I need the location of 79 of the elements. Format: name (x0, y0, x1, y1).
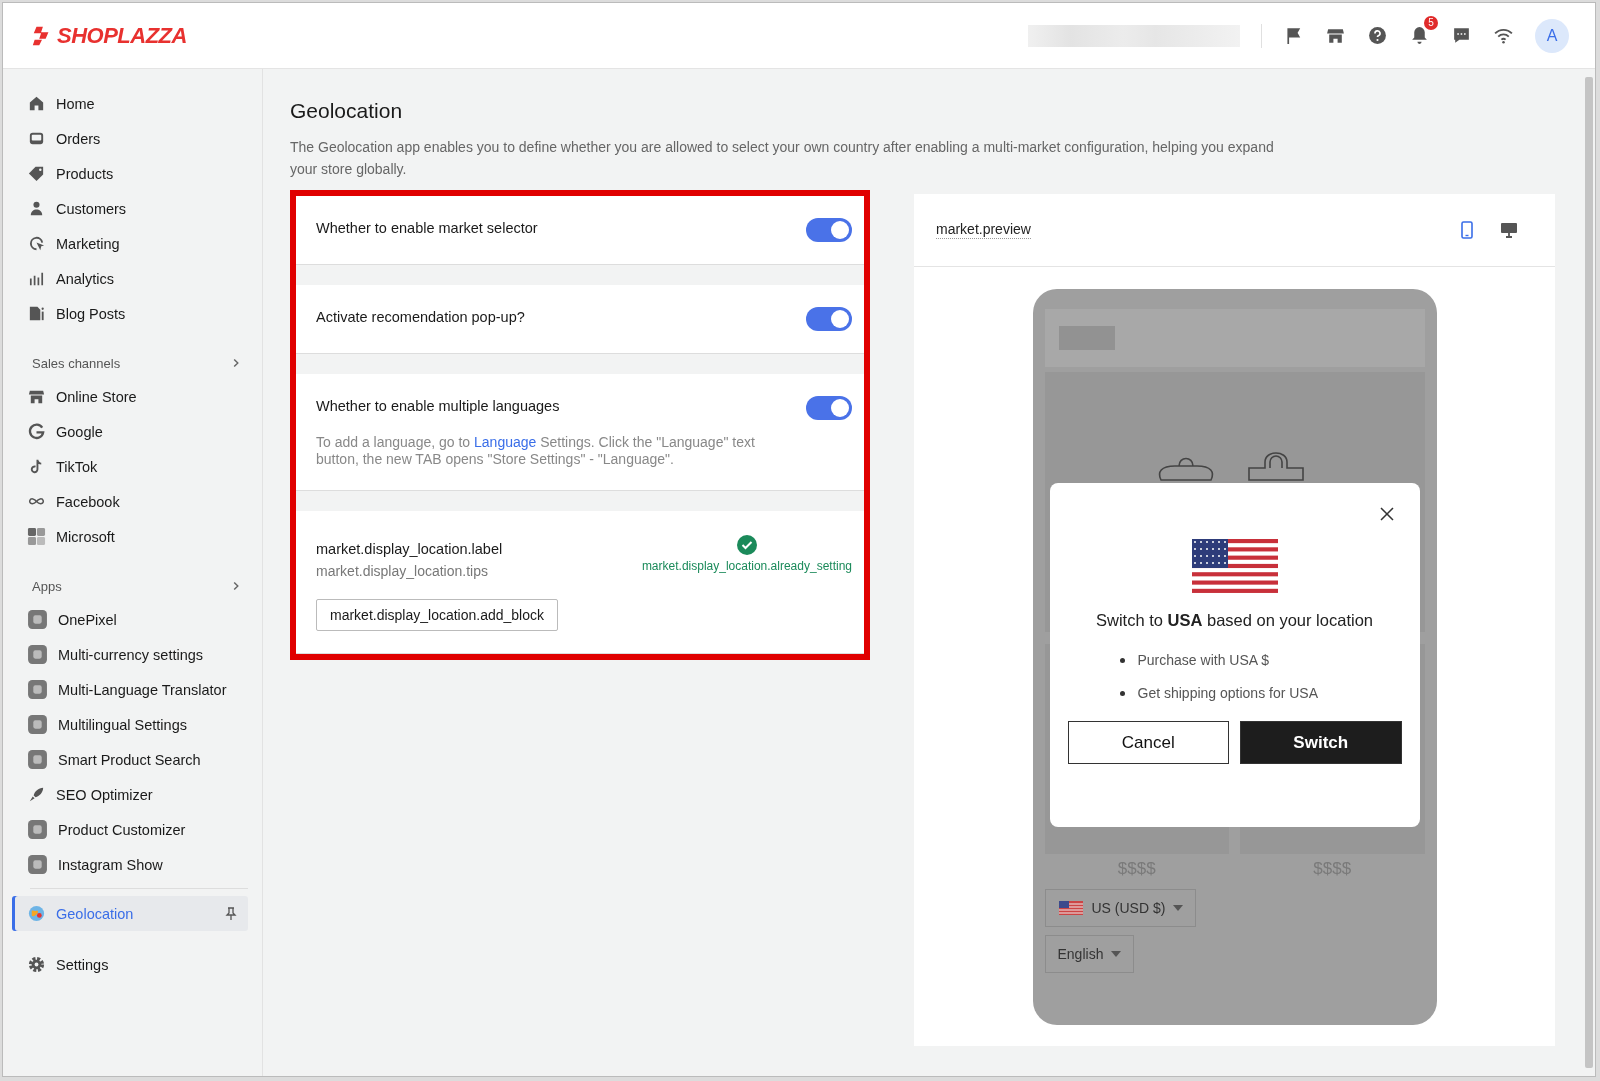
target-icon (27, 234, 46, 253)
caret-icon (1111, 951, 1122, 957)
toggle-switch[interactable] (806, 218, 852, 242)
popup-title: Switch to USA based on your location (1096, 611, 1373, 630)
globe-icon (27, 904, 46, 923)
page-description: The Geolocation app enables you to define whether you are allowed to select your own country after enabling a multi-market configuration, helping you expand your store globally. (290, 138, 1275, 179)
gear-icon (27, 955, 46, 974)
sidebar-item[interactable]: Settings (12, 947, 248, 982)
app-icon (27, 714, 48, 735)
sidebar-item[interactable]: Smart Product Search (12, 742, 248, 777)
avatar[interactable]: A (1535, 18, 1569, 53)
check-circle-icon (736, 535, 757, 555)
sidebar-item[interactable]: Facebook (12, 484, 248, 519)
document-icon (27, 304, 46, 323)
app-icon (27, 679, 48, 700)
bullet-dot-icon (1119, 690, 1125, 696)
sidebar-item[interactable]: Multi-currency settings (12, 637, 248, 672)
currency-select[interactable]: US (USD $) (1044, 889, 1197, 927)
help-text: To add a language, go to Language Settings. Click the "Language" text button, the new TAB opens "Store Settings" - "Language". (316, 434, 756, 468)
tag-icon (27, 164, 46, 183)
toggle-switch[interactable] (806, 396, 852, 420)
popup-bullet: Purchase with USA $ (1137, 652, 1269, 668)
app-icon (27, 609, 48, 630)
sidebar-item[interactable]: Orders (12, 121, 248, 156)
price-text: $$$$ (1313, 859, 1352, 879)
sidebar-item[interactable]: Multi-Language Translator (12, 672, 248, 707)
setting-label: Activate recomendation pop-up? (316, 309, 525, 325)
setting-tips: market.display_location.tips (316, 563, 489, 579)
app-icon (27, 819, 48, 840)
sidebar-item[interactable]: Blog Posts (12, 296, 248, 331)
help-icon[interactable] (1367, 25, 1388, 46)
sidebar-item[interactable]: Products (12, 156, 248, 191)
status-text: market.display_location.already_setting (641, 559, 852, 573)
bullet-dot-icon (1119, 657, 1125, 663)
desktop-icon[interactable] (1499, 220, 1519, 240)
sidebar-item[interactable]: Microsoft (12, 519, 248, 554)
popup-bullet: Get shipping options for USA (1137, 685, 1319, 701)
switch-button[interactable]: Switch (1240, 721, 1402, 764)
sidebar-item[interactable]: Customers (12, 191, 248, 226)
app-icon (27, 854, 48, 875)
sidebar-item[interactable]: Marketing (12, 226, 248, 261)
pin-icon[interactable] (224, 906, 238, 921)
usa-flag-icon (1191, 539, 1278, 593)
toggle-switch[interactable] (806, 307, 852, 331)
sidebar-item[interactable]: OnePixel (12, 602, 248, 637)
windows-icon (27, 527, 46, 546)
add-block-button[interactable]: market.display_location.add_block (316, 599, 558, 631)
bell-icon[interactable] (1409, 25, 1430, 46)
section-title: Sales channels (32, 355, 121, 371)
sidebar-item[interactable]: Home (12, 86, 248, 121)
sidebar-item[interactable]: Product Customizer (12, 812, 248, 847)
logo-text: SHOPLAZZA (57, 22, 187, 49)
setting-label: market.display_location.label (316, 541, 503, 557)
home-icon (27, 94, 46, 113)
setting-label: Whether to enable market selector (316, 220, 538, 236)
caret-icon (1173, 905, 1184, 911)
sidebar-item[interactable]: Instagram Show (12, 847, 248, 882)
sidebar-item[interactable]: Geolocation (12, 896, 248, 931)
sidebar-item[interactable]: SEO Optimizer (12, 777, 248, 812)
page-title: Geolocation (290, 99, 404, 123)
language-select[interactable]: English (1044, 935, 1135, 973)
sidebar-item[interactable]: Analytics (12, 261, 248, 296)
sidebar-item[interactable]: Online Store (12, 379, 248, 414)
cancel-button[interactable]: Cancel (1067, 721, 1229, 764)
language-link[interactable]: Language (474, 434, 537, 450)
notification-badge: 5 (1424, 16, 1438, 30)
g-letter-icon (27, 422, 46, 441)
sidebar-item[interactable]: Multilingual Settings (12, 707, 248, 742)
flag-icon (1057, 901, 1084, 915)
sidebar-item[interactable]: Google (12, 414, 248, 449)
price-text: $$$$ (1117, 859, 1156, 879)
close-icon[interactable] (1379, 507, 1394, 521)
chat-icon[interactable] (1451, 25, 1472, 46)
sidebar-item[interactable]: TikTok (12, 449, 248, 484)
setting-label: Whether to enable multiple languages (316, 398, 560, 414)
section-title: Apps (32, 578, 62, 594)
app-icon (27, 749, 48, 770)
preview-title: market.preview (936, 221, 1031, 239)
app-icon (27, 644, 48, 665)
